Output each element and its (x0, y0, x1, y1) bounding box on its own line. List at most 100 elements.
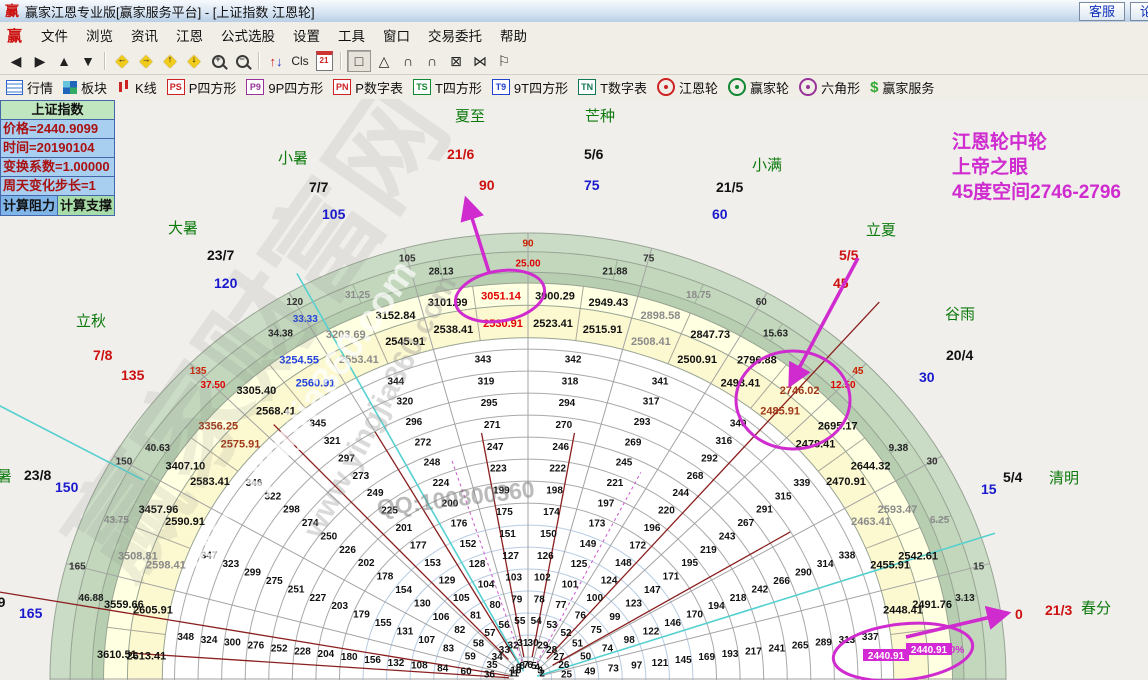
gann-wheel-canvas[interactable]: 2345678910112526272829303132333435364950… (0, 99, 1148, 680)
nav-up-icon[interactable]: ▲ (53, 51, 75, 71)
price-label-outer: 2949.43 (589, 297, 629, 309)
calendar-icon[interactable]: 21 (313, 51, 335, 71)
title-bar: 赢 赢家江恩专业版[赢家服务平台] - [上证指数 江恩轮] 客服 论坛 (0, 0, 1148, 23)
menu-item-8[interactable]: 交易委托 (419, 22, 491, 48)
wheel-integer: 201 (396, 523, 413, 534)
menu-item-9[interactable]: 帮助 (491, 22, 536, 48)
toolbar-separator (104, 52, 106, 70)
wheel-integer: 102 (534, 573, 551, 584)
target-icon (657, 78, 675, 96)
wheel-percent-label: 3.13 (955, 593, 975, 604)
tool-label: 9T四方形 (514, 78, 568, 97)
menu-item-7[interactable]: 窗口 (374, 22, 419, 48)
wheel-integer: 228 (294, 646, 311, 657)
board-tool-icon[interactable]: ⚐ (493, 51, 515, 71)
pan-right-icon[interactable]: ◆→ (135, 51, 157, 71)
wheel-integer: 84 (437, 664, 449, 675)
calc-support-button[interactable]: 计算支撑 (58, 196, 114, 215)
app-window: { "window":{"logo":"赢","title":"赢家江恩专业版[… (0, 0, 1148, 680)
solar-term-label: 春分 (1081, 600, 1111, 617)
axis-updown-icon[interactable]: ↑↓ (265, 51, 287, 71)
wheel-integer: 83 (443, 643, 455, 654)
tool-赢家服务[interactable]: $赢家服务 (870, 78, 934, 97)
tool-赢家轮[interactable]: 赢家轮 (728, 78, 789, 97)
price-row: 价格=2440.9099 (1, 120, 114, 139)
arc-right-tool-icon[interactable]: ∩ (421, 51, 443, 71)
rect-tool-icon[interactable]: □ (347, 50, 371, 72)
wheel-integer: 98 (624, 635, 636, 646)
solar-date-label: 8/9 (0, 594, 6, 610)
menu-item-2[interactable]: 资讯 (122, 22, 167, 48)
pan-up-icon[interactable]: ◆↑ (159, 51, 181, 71)
annotation-text: 江恩轮中轮 (952, 130, 1047, 153)
wheel-integer: 318 (562, 376, 579, 387)
forum-button[interactable]: 论坛 (1130, 2, 1148, 21)
angle-degree-label: 150 (55, 479, 79, 495)
tool-六角形[interactable]: 六角形 (799, 78, 860, 97)
menu-item-3[interactable]: 江恩 (167, 22, 212, 48)
customer-service-button[interactable]: 客服 (1079, 2, 1125, 21)
tool-江恩轮[interactable]: 江恩轮 (657, 78, 718, 97)
menu-item-4[interactable]: 公式选股 (212, 22, 284, 48)
tool-P数字表[interactable]: PNP数字表 (333, 78, 403, 97)
kline-icon (117, 80, 131, 94)
wheel-integer: 125 (571, 559, 588, 570)
wheel-integer: 204 (318, 649, 335, 660)
zoom-in-icon[interactable]: + (207, 51, 229, 71)
menu-item-6[interactable]: 工具 (329, 22, 374, 48)
tool-9P四方形[interactable]: P99P四方形 (246, 78, 323, 97)
tool-label: P数字表 (355, 78, 403, 97)
nav-down-icon[interactable]: ▼ (77, 51, 99, 71)
tool-板块[interactable]: 板块 (63, 78, 107, 97)
price-label-inner: 2613.41 (127, 651, 167, 663)
wheel-integer: 11 (509, 669, 520, 680)
solar-term-label: 处暑 (0, 468, 12, 485)
wheel-integer: 276 (247, 641, 264, 652)
solar-term-label: 小满 (752, 157, 782, 174)
menu-item-5[interactable]: 设置 (284, 22, 329, 48)
wheel-integer: 341 (652, 376, 669, 387)
wheel-integer: 319 (478, 376, 495, 387)
tool-行情[interactable]: 行情 (6, 78, 53, 97)
zoom-out-icon[interactable]: − (231, 51, 253, 71)
nav-next-icon[interactable]: ▶ (29, 51, 51, 71)
triangle-tool-icon[interactable]: △ (373, 51, 395, 71)
wheel-integer: 82 (454, 625, 466, 636)
box-x-tool-icon[interactable]: ⊠ (445, 51, 467, 71)
wheel-integer: 76 (575, 610, 587, 621)
cls-icon[interactable]: Cls (289, 51, 311, 71)
tool-P四方形[interactable]: PSP四方形 (167, 78, 237, 97)
solar-date-label: 5/4 (1003, 469, 1023, 485)
wheel-integer: 146 (664, 618, 681, 629)
angle-degree-label: 165 (19, 605, 43, 621)
pan-left-icon[interactable]: ◆← (111, 51, 133, 71)
wheel-degree-label: 30 (926, 456, 938, 467)
price-label-outer: 2746.02 (780, 385, 820, 397)
wheel-integer: 169 (698, 652, 715, 663)
wheel-integer: 222 (549, 464, 566, 475)
tool-9T四方形[interactable]: T99T四方形 (492, 78, 568, 97)
pan-down-icon[interactable]: ◆↓ (183, 51, 205, 71)
tool-T四方形[interactable]: TST四方形 (413, 78, 482, 97)
wheel-integer: 179 (353, 610, 370, 621)
wheel-integer: 290 (795, 568, 812, 579)
menu-item-1[interactable]: 浏览 (77, 22, 122, 48)
wheel-integer: 124 (601, 575, 618, 586)
nav-prev-icon[interactable]: ◀ (5, 51, 27, 71)
tool-T数字表[interactable]: TNT数字表 (578, 78, 647, 97)
price-label-inner: 2500.91 (677, 354, 717, 366)
wheel-integer: 50 (580, 652, 592, 663)
wheel-integer: 150 (540, 529, 557, 540)
highlight-price-value: 2440.91 (911, 645, 948, 656)
wheel-integer: 122 (643, 626, 660, 637)
wheel-percent-label: 46.88 (79, 593, 104, 604)
menu-item-0[interactable]: 文件 (32, 22, 77, 48)
arc-left-tool-icon[interactable]: ∩ (397, 51, 419, 71)
scatter-tool-icon[interactable]: ⋈ (469, 51, 491, 71)
wheel-integer: 30 (528, 638, 540, 649)
wheel-integer: 203 (331, 601, 348, 612)
tool-K线[interactable]: K线 (117, 78, 157, 97)
calc-resistance-button[interactable]: 计算阻力 (1, 196, 58, 215)
wheel-integer: 73 (608, 664, 620, 675)
price-label-outer: 2847.73 (690, 329, 730, 341)
